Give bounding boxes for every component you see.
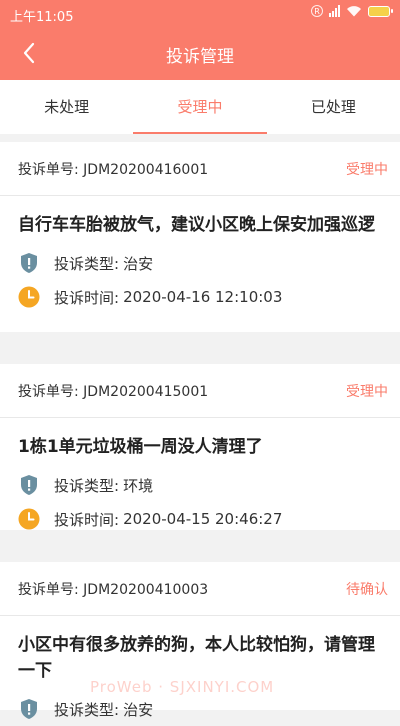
tab-in-progress[interactable]: 受理中 bbox=[133, 80, 267, 134]
time-label: 投诉时间: bbox=[54, 510, 120, 529]
card-header: 投诉单号: JDM20200415001 受理中 bbox=[0, 364, 400, 418]
type-label: 投诉类型: bbox=[54, 700, 120, 719]
shield-icon bbox=[18, 698, 40, 720]
signal-icon bbox=[329, 5, 340, 17]
complaint-card[interactable]: 投诉单号: JDM20200415001 受理中 1栋1单元垃圾桶一周没人清理了… bbox=[0, 364, 400, 530]
app-header: 上午11:05 R 投诉管理 bbox=[0, 0, 400, 80]
wifi-icon bbox=[347, 6, 361, 17]
order-number-value: JDM20200415001 bbox=[83, 383, 209, 400]
r-badge-icon: R bbox=[311, 5, 323, 17]
complaint-title: 小区中有很多放养的狗，本人比较怕狗，请管理一下 bbox=[18, 635, 375, 681]
shield-icon bbox=[18, 474, 40, 496]
complaint-type-row: 投诉类型: 治安 bbox=[0, 246, 400, 280]
page-title: 投诉管理 bbox=[166, 47, 234, 67]
type-value: 环境 bbox=[123, 476, 154, 495]
complaint-type-row: 投诉类型: 环境 bbox=[0, 468, 400, 502]
order-number: 投诉单号: JDM20200415001 bbox=[18, 381, 208, 401]
order-number: 投诉单号: JDM20200410003 bbox=[18, 579, 208, 599]
time-value: 2020-04-15 20:46:27 bbox=[123, 510, 283, 528]
complaint-time-row: 投诉时间: 2020-04-15 20:46:27 bbox=[0, 502, 400, 536]
order-prefix: 投诉单号: bbox=[18, 161, 84, 178]
order-number: 投诉单号: JDM20200416001 bbox=[18, 159, 208, 179]
complaint-title: 1栋1单元垃圾桶一周没人清理了 bbox=[18, 437, 263, 457]
time-label: 投诉时间: bbox=[54, 288, 120, 307]
watermark: ProWeb · SJXINYI.COM bbox=[90, 678, 275, 696]
status-badge: 待确认 bbox=[346, 581, 388, 598]
order-number-value: JDM20200410003 bbox=[83, 581, 209, 598]
order-number-value: JDM20200416001 bbox=[83, 161, 209, 178]
status-bar: 上午11:05 R bbox=[0, 0, 400, 28]
status-badge: 受理中 bbox=[346, 161, 388, 178]
type-label: 投诉类型: bbox=[54, 254, 120, 273]
shield-icon bbox=[18, 252, 40, 274]
tab-unprocessed[interactable]: 未处理 bbox=[0, 80, 133, 134]
card-header: 投诉单号: JDM20200410003 待确认 bbox=[0, 562, 400, 616]
tab-bar: 未处理 受理中 已处理 bbox=[0, 80, 400, 134]
order-prefix: 投诉单号: bbox=[18, 581, 84, 598]
complaint-type-row: 投诉类型: 治安 bbox=[0, 692, 400, 726]
type-label: 投诉类型: bbox=[54, 476, 120, 495]
clock-icon bbox=[18, 508, 40, 530]
order-prefix: 投诉单号: bbox=[18, 383, 84, 400]
type-value: 治安 bbox=[123, 254, 154, 273]
complaint-title: 自行车车胎被放气，建议小区晚上保安加强巡逻 bbox=[18, 215, 375, 235]
complaint-time-row: 投诉时间: 2020-04-16 12:10:03 bbox=[0, 280, 400, 314]
clock-icon bbox=[18, 286, 40, 308]
complaint-card[interactable]: 投诉单号: JDM20200416001 受理中 自行车车胎被放气，建议小区晚上… bbox=[0, 142, 400, 332]
battery-icon bbox=[368, 5, 393, 17]
tab-processed[interactable]: 已处理 bbox=[267, 80, 400, 134]
time-value: 2020-04-16 12:10:03 bbox=[123, 288, 283, 306]
card-header: 投诉单号: JDM20200416001 受理中 bbox=[0, 142, 400, 196]
status-time: 上午11:05 bbox=[10, 10, 74, 25]
status-icons: R bbox=[311, 5, 393, 17]
type-value: 治安 bbox=[123, 700, 154, 719]
status-badge: 受理中 bbox=[346, 383, 388, 400]
